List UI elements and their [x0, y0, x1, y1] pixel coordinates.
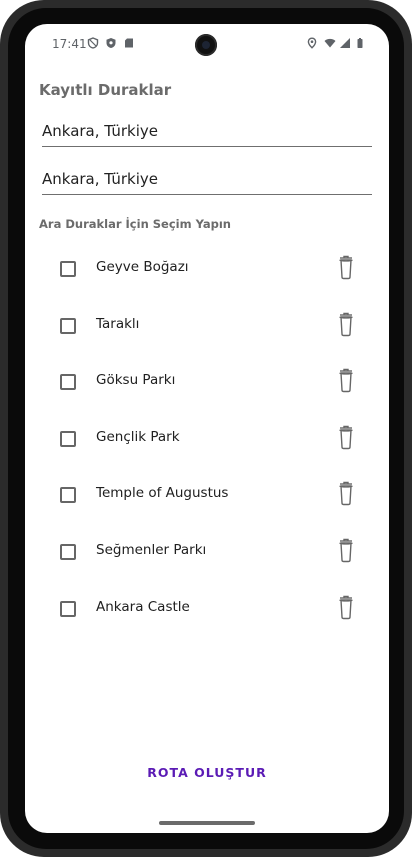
trash-icon[interactable] — [335, 594, 357, 620]
stop-label: Taraklı — [96, 316, 140, 332]
stop-checkbox[interactable] — [60, 374, 76, 390]
trash-icon[interactable] — [335, 480, 357, 506]
status-time: 17:41 — [52, 37, 87, 51]
page-title: Kayıtlı Duraklar — [39, 81, 172, 99]
stop-checkbox[interactable] — [60, 261, 76, 277]
origin-input[interactable] — [42, 118, 372, 144]
app-screen: 17:41 Kayıtlı Duraklar Ankara, Türkiye A… — [25, 24, 389, 833]
stop-checkbox[interactable] — [60, 431, 76, 447]
list-item: Gençlik Park — [25, 419, 389, 459]
trash-icon[interactable] — [335, 254, 357, 280]
list-item: Taraklı — [25, 306, 389, 346]
list-item: Seğmenler Parkı — [25, 532, 389, 572]
shield-icon — [106, 38, 116, 48]
stop-checkbox[interactable] — [60, 544, 76, 560]
vpn-shield-icon — [87, 37, 99, 49]
stop-checkbox[interactable] — [60, 601, 76, 617]
list-item: Geyve Boğazı — [25, 249, 389, 289]
destination-input[interactable] — [42, 166, 372, 192]
list-item: Temple of Augustus — [25, 475, 389, 515]
battery-icon — [357, 38, 363, 48]
stop-label: Temple of Augustus — [96, 485, 229, 501]
gesture-nav-bar[interactable] — [159, 821, 255, 825]
status-bar: 17:41 — [25, 24, 389, 64]
signal-icon — [340, 38, 350, 48]
trash-icon[interactable] — [335, 367, 357, 393]
trash-icon[interactable] — [335, 537, 357, 563]
origin-field[interactable] — [42, 118, 372, 147]
list-item: Göksu Parkı — [25, 362, 389, 402]
stop-checkbox[interactable] — [60, 487, 76, 503]
section-subtitle: Ara Duraklar İçin Seçim Yapın — [39, 217, 231, 231]
stop-label: Gençlik Park — [96, 429, 180, 445]
create-route-button[interactable]: ROTA OLUŞTUR — [25, 764, 389, 781]
stop-checkbox[interactable] — [60, 318, 76, 334]
stop-label: Göksu Parkı — [96, 372, 176, 388]
stop-label: Geyve Boğazı — [96, 259, 189, 275]
stop-label: Ankara Castle — [96, 599, 190, 615]
trash-icon[interactable] — [335, 311, 357, 337]
wifi-icon — [324, 38, 336, 48]
stop-label: Seğmenler Parkı — [96, 542, 207, 558]
list-item: Ankara Castle — [25, 589, 389, 629]
trash-icon[interactable] — [335, 424, 357, 450]
location-icon — [307, 37, 317, 49]
sd-card-icon — [125, 38, 133, 48]
destination-field[interactable] — [42, 166, 372, 195]
front-camera — [195, 34, 217, 56]
